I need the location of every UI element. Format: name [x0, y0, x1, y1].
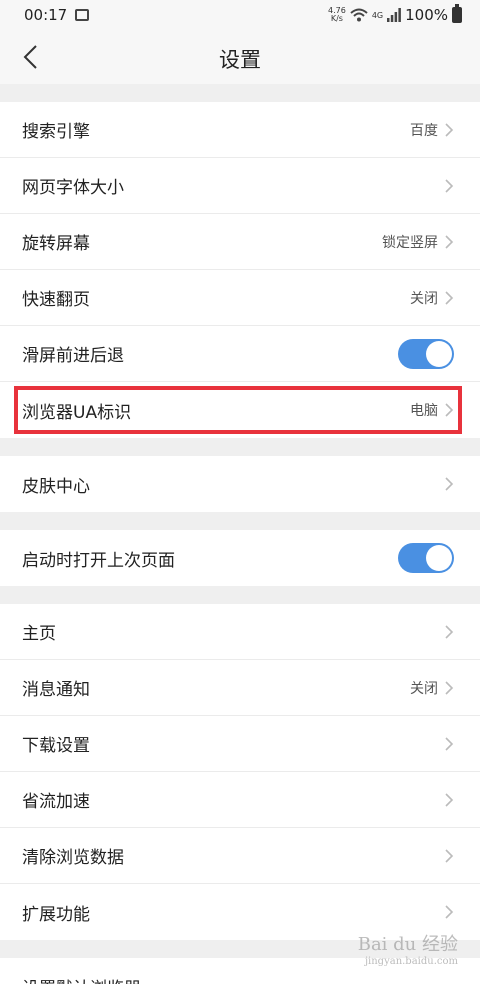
- battery-percent: 100%: [405, 6, 448, 24]
- row-quick-page-turn[interactable]: 快速翻页 关闭: [0, 270, 480, 326]
- row-restore-last-page: 启动时打开上次页面: [0, 530, 480, 586]
- settings-group-startup: 启动时打开上次页面: [0, 530, 480, 586]
- status-right: 4.76 K/s 4G 100%: [328, 4, 462, 24]
- row-data-saver[interactable]: 省流加速: [0, 772, 480, 828]
- watermark-text: Bai du 经验: [357, 934, 458, 955]
- row-label: 下载设置: [22, 736, 90, 756]
- row-label: 省流加速: [22, 792, 90, 812]
- row-homepage[interactable]: 主页: [0, 604, 480, 660]
- row-label: 扩展功能: [22, 904, 90, 925]
- row-rotate-screen[interactable]: 旋转屏幕 锁定竖屏: [0, 214, 480, 270]
- chevron-right-icon: [445, 477, 454, 491]
- row-value: 关闭: [410, 680, 438, 697]
- settings-group-skin: 皮肤中心: [0, 456, 480, 512]
- row-download-settings[interactable]: 下载设置: [0, 716, 480, 772]
- chevron-right-icon: [445, 122, 454, 137]
- swipe-navigation-toggle[interactable]: [398, 338, 454, 369]
- row-label: 清除浏览数据: [22, 848, 124, 868]
- chevron-right-icon: [445, 290, 454, 305]
- speed-unit: K/s: [330, 14, 343, 23]
- status-time: 00:17: [24, 6, 68, 24]
- title-bar: 设置: [0, 30, 480, 84]
- watermark-sub: jingyan.baidu.com: [364, 956, 458, 967]
- chevron-right-icon: [445, 403, 454, 417]
- chevron-right-icon: [445, 905, 454, 919]
- settings-group-general: 搜索引擎 百度 网页字体大小 旋转屏幕 锁定竖屏 快速翻页 关闭 滑屏前进后退 …: [0, 102, 480, 438]
- chevron-right-icon: [445, 792, 454, 807]
- watermark: Bai du 经验 jingyan.baidu.com: [358, 930, 458, 967]
- row-label: 浏览器UA标识: [22, 402, 132, 423]
- row-clear-data[interactable]: 清除浏览数据: [0, 828, 480, 884]
- row-browser-ua[interactable]: 浏览器UA标识 电脑: [0, 382, 480, 438]
- page-title: 设置: [219, 48, 261, 72]
- wifi-icon: [350, 8, 368, 22]
- status-bar: 00:17 4.76 K/s 4G 100%: [0, 0, 480, 30]
- row-value: 电脑: [410, 403, 438, 419]
- row-skin-center[interactable]: 皮肤中心: [0, 456, 480, 512]
- toggle-knob: [426, 340, 452, 367]
- row-label: 滑屏前进后退: [22, 346, 124, 366]
- battery-icon: [452, 4, 462, 23]
- network-speed: 4.76 K/s: [328, 7, 346, 23]
- row-font-size[interactable]: 网页字体大小: [0, 158, 480, 214]
- row-value: 百度: [410, 122, 438, 139]
- row-label: 网页字体大小: [22, 178, 124, 198]
- signal-icon: [387, 8, 402, 22]
- row-swipe-navigation: 滑屏前进后退: [0, 326, 480, 382]
- network-type: 4G: [371, 10, 384, 20]
- chevron-right-icon: [445, 234, 454, 249]
- toggle-knob: [426, 545, 452, 571]
- chevron-right-icon: [445, 624, 454, 639]
- chevron-right-icon: [445, 178, 454, 193]
- row-label: 消息通知: [22, 680, 90, 700]
- row-label: 快速翻页: [22, 290, 90, 310]
- row-label: 旋转屏幕: [22, 234, 90, 254]
- row-value: 关闭: [410, 290, 438, 307]
- row-label: 皮肤中心: [22, 476, 90, 497]
- chevron-right-icon: [445, 680, 454, 695]
- chevron-right-icon: [445, 848, 454, 863]
- restore-last-page-toggle[interactable]: [398, 543, 454, 573]
- row-label: 设置默认浏览器: [22, 974, 141, 984]
- gallery-icon: [75, 9, 90, 21]
- chevron-right-icon: [445, 736, 454, 751]
- row-value: 锁定竖屏: [382, 234, 438, 251]
- row-notifications[interactable]: 消息通知 关闭: [0, 660, 480, 716]
- row-search-engine[interactable]: 搜索引擎 百度: [0, 102, 480, 158]
- row-label: 主页: [22, 624, 56, 644]
- settings-group-more: 主页 消息通知 关闭 下载设置 省流加速 清除浏览数据 扩展功能: [0, 604, 480, 940]
- row-label: 搜索引擎: [22, 122, 90, 142]
- row-label: 启动时打开上次页面: [22, 550, 175, 571]
